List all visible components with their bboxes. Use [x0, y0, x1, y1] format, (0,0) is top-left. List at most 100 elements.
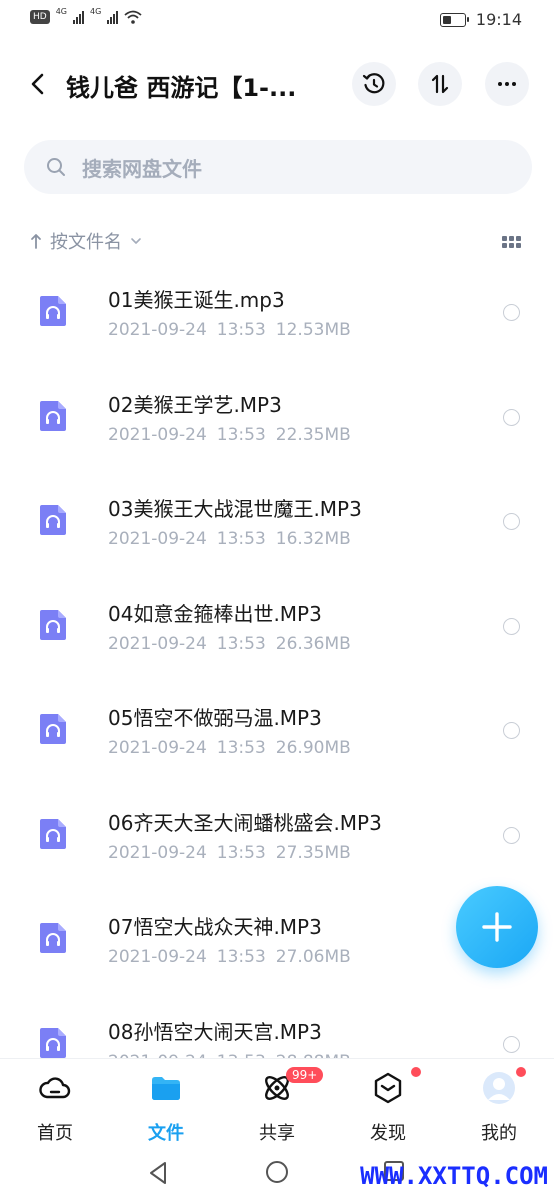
tab-share-label: 共享	[259, 1123, 295, 1144]
sort-selector[interactable]: 按文件名	[30, 228, 142, 254]
file-time: 13:53	[216, 738, 266, 758]
history-icon	[362, 73, 385, 94]
bottom-nav: 首页 文件 99+ 共享 发现 我的	[0, 1058, 554, 1153]
file-name: 03美猴王大战混世魔王.MP3	[108, 497, 362, 521]
me-notification-dot	[516, 1067, 526, 1077]
file-row[interactable]: 08孙悟空大闹天宫.MP32021-09-2413:5328.88MB	[0, 1000, 554, 1058]
select-checkbox[interactable]	[503, 1035, 520, 1053]
tab-me-label: 我的	[481, 1123, 517, 1144]
tab-files[interactable]: 文件	[126, 1071, 206, 1145]
file-date: 2021-09-24	[108, 424, 207, 445]
search-placeholder: 搜索网盘文件	[82, 156, 202, 181]
file-row[interactable]: 04如意金箍棒出世.MP3 2021-09-24 13:53 26.36MB	[0, 582, 554, 687]
audio-file-icon	[40, 400, 66, 431]
plus-icon	[482, 912, 512, 942]
select-checkbox[interactable]	[503, 513, 520, 530]
tab-discover[interactable]: 发现	[348, 1067, 428, 1145]
file-row[interactable]: 01美猴王诞生.mp3 2021-09-24 13:53 12.53MB	[0, 268, 554, 373]
more-button[interactable]	[485, 62, 529, 106]
hd-badge: HD	[30, 10, 50, 24]
system-nav-bar: WWW.XXTTQ.COM	[0, 1152, 554, 1200]
file-size: 12.53MB	[275, 320, 351, 340]
header: 钱儿爸 西游记【1-...	[0, 52, 554, 116]
file-time: 13:53	[216, 424, 266, 445]
file-name: 08孙悟空大闹天宫.MP3	[108, 1019, 322, 1044]
file-name: 06齐天大圣大闹蟠桃盛会.MP3	[108, 810, 382, 835]
select-checkbox[interactable]	[503, 617, 520, 635]
file-size: 27.35MB	[275, 842, 351, 863]
tab-discover-label: 发现	[370, 1123, 406, 1144]
file-meta: 2021-09-24 13:53 27.35MB	[108, 843, 361, 863]
file-size: 27.06MB	[275, 947, 351, 967]
file-time: 13:53	[216, 529, 266, 549]
audio-file-icon	[40, 923, 66, 953]
sort-arrows-icon	[431, 74, 449, 94]
discover-notification-dot	[411, 1067, 421, 1077]
tab-home-label: 首页	[37, 1123, 73, 1144]
search-bar[interactable]: 搜索网盘文件	[24, 140, 532, 194]
file-name: 05悟空不做弼马温.MP3	[108, 706, 322, 730]
file-date: 2021-09-24	[108, 738, 207, 758]
cloud-home-icon	[38, 1071, 72, 1105]
audio-file-icon	[40, 818, 66, 849]
tab-share[interactable]: 99+ 共享	[237, 1067, 324, 1145]
file-meta: 2021-09-24 13:53 26.90MB	[108, 738, 361, 758]
history-button[interactable]	[352, 62, 396, 106]
file-row[interactable]: 05悟空不做弼马温.MP3 2021-09-24 13:53 26.90MB	[0, 686, 554, 791]
file-size: 26.90MB	[275, 738, 351, 758]
file-meta: 2021-09-24 13:53 16.32MB	[108, 529, 361, 549]
nav-home-icon[interactable]	[264, 1159, 290, 1185]
file-row[interactable]: 06齐天大圣大闹蟠桃盛会.MP3 2021-09-24 13:53 27.35MB	[0, 791, 554, 896]
file-size: 26.36MB	[275, 633, 351, 654]
audio-file-icon	[40, 296, 66, 326]
file-meta: 2021-09-24 13:53 26.36MB	[108, 634, 361, 654]
file-name: 07悟空大战众天神.MP3	[108, 915, 322, 939]
audio-file-icon	[40, 1027, 66, 1058]
chevron-down-icon	[131, 238, 141, 244]
tab-files-label: 文件	[148, 1123, 184, 1144]
tab-home[interactable]: 首页	[15, 1071, 95, 1145]
file-date: 2021-09-24	[108, 529, 207, 549]
select-checkbox[interactable]	[503, 722, 520, 739]
battery-icon	[439, 12, 469, 27]
file-date: 2021-09-24	[108, 842, 207, 863]
network-type-2: 4G	[90, 6, 102, 16]
share-count-badge: 99+	[286, 1067, 324, 1083]
share-orbit-icon: 99+	[260, 1067, 324, 1105]
tab-me[interactable]: 我的	[459, 1067, 539, 1145]
folder-icon	[149, 1071, 183, 1105]
file-meta: 2021-09-24 13:53 27.06MB	[108, 947, 361, 967]
status-right: 19:14	[439, 10, 522, 29]
select-checkbox[interactable]	[503, 304, 520, 321]
add-button[interactable]	[456, 886, 538, 968]
file-time: 13:53	[216, 842, 266, 863]
more-dots-icon	[498, 82, 516, 86]
file-date: 2021-09-24	[108, 947, 207, 967]
signal-icon-2	[107, 10, 119, 24]
grid-view-icon[interactable]	[502, 236, 522, 248]
select-checkbox[interactable]	[503, 408, 520, 426]
file-time: 13:53	[216, 320, 266, 340]
status-left: HD 4G 4G	[30, 6, 142, 24]
sort-label: 按文件名	[50, 232, 122, 253]
file-meta: 2021-09-24 13:53 22.35MB	[108, 425, 361, 445]
clock: 19:14	[475, 10, 522, 29]
file-date: 2021-09-24	[108, 633, 207, 654]
file-row[interactable]: 03美猴王大战混世魔王.MP3 2021-09-24 13:53 16.32MB	[0, 477, 554, 582]
nav-back-icon[interactable]	[146, 1160, 170, 1186]
wifi-icon	[124, 10, 142, 24]
file-size: 16.32MB	[275, 529, 351, 549]
file-date: 2021-09-24	[108, 320, 207, 340]
audio-file-icon	[40, 505, 66, 535]
file-row[interactable]: 02美猴王学艺.MP3 2021-09-24 13:53 22.35MB	[0, 373, 554, 478]
audio-file-icon	[40, 714, 66, 744]
signal-icon	[73, 10, 84, 24]
chevron-left-icon	[31, 73, 44, 95]
file-meta: 2021-09-24 13:53 12.53MB	[108, 320, 361, 340]
network-type-1: 4G	[55, 6, 67, 16]
select-checkbox[interactable]	[503, 826, 520, 844]
back-button[interactable]	[22, 64, 54, 104]
page-title: 钱儿爸 西游记【1-...	[66, 74, 297, 102]
sort-toggle-button[interactable]	[418, 62, 462, 106]
status-bar: HD 4G 4G 19:14	[0, 0, 554, 44]
